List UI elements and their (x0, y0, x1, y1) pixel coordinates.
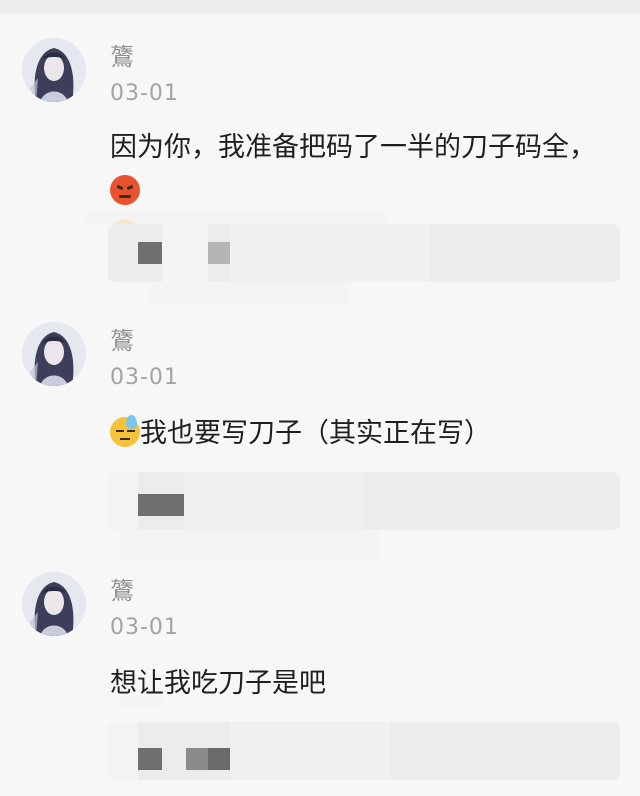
avatar-image (22, 322, 86, 386)
avatar-image (22, 572, 86, 636)
blur-artifact (150, 282, 350, 304)
comment-text: 想让我吃刀子是吧 (110, 662, 620, 706)
top-edge (0, 0, 640, 14)
comment-text-content: 因为你，我准备把码了一半的刀子码全， (110, 132, 596, 163)
comment-text-content: 想让我吃刀子是吧 (110, 668, 326, 699)
blur-artifact (86, 210, 386, 224)
avatar[interactable] (22, 322, 86, 386)
quoted-reply-blurred[interactable] (108, 224, 620, 282)
post-date: 03-01 (110, 615, 179, 640)
author-name[interactable]: 鷟 (110, 42, 134, 72)
avatar-image (22, 38, 86, 102)
angry-face-icon (110, 175, 140, 205)
post-date: 03-01 (110, 365, 179, 390)
avatar[interactable] (22, 572, 86, 636)
post-date: 03-01 (110, 81, 179, 106)
downcast-sweat-face-icon (110, 415, 140, 447)
avatar[interactable] (22, 38, 86, 102)
author-name[interactable]: 鷟 (110, 576, 134, 606)
comment-text: 我也要写刀子（其实正在写） (110, 412, 620, 456)
comment-text-content: 我也要写刀子（其实正在写） (140, 418, 491, 449)
blur-artifact (120, 530, 380, 560)
blur-artifact (120, 696, 162, 706)
quoted-reply-blurred[interactable] (108, 722, 620, 780)
quoted-reply-blurred[interactable] (108, 472, 620, 530)
author-name[interactable]: 鷟 (110, 326, 134, 356)
